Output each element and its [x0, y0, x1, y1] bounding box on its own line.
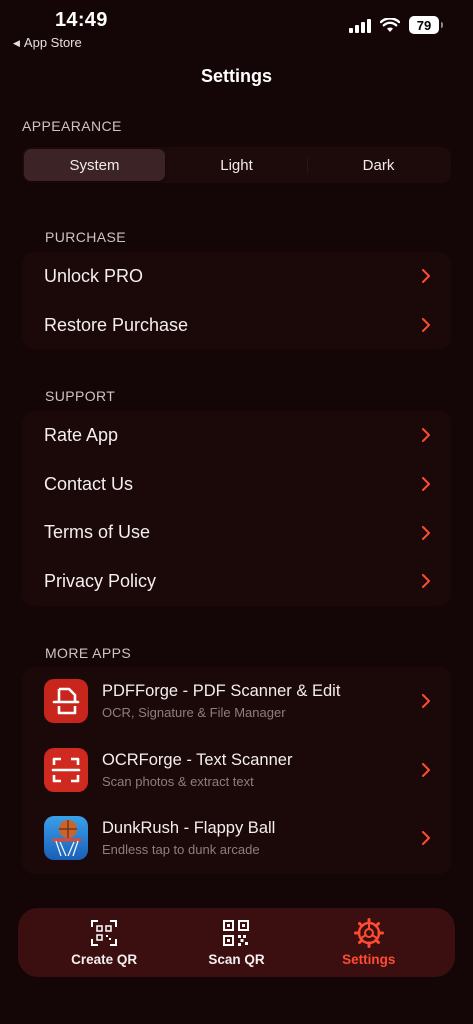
row-label: Privacy Policy [44, 570, 157, 591]
segment-light[interactable]: Light [166, 149, 307, 181]
gear-icon [353, 918, 384, 948]
segment-system[interactable]: System [24, 149, 165, 181]
app-row-ocrforge[interactable]: OCRForge - Text Scanner Scan photos & ex… [22, 736, 451, 805]
section-label-purchase: PURCHASE [45, 229, 126, 245]
row-contact-us[interactable]: Contact Us [22, 460, 451, 509]
app-name: OCRForge - Text Scanner [102, 750, 293, 769]
tab-settings[interactable]: Settings [319, 918, 419, 967]
scan-frame-icon [44, 747, 88, 792]
basketball-hoop-icon [44, 816, 88, 861]
chevron-right-icon [422, 525, 430, 540]
appearance-segmented-control: System Light Dark [22, 147, 451, 183]
app-name: DunkRush - Flappy Ball [102, 819, 276, 838]
more-apps-card: PDFForge - PDF Scanner & Edit OCR, Signa… [22, 667, 451, 874]
purchase-card: Unlock PRO Restore Purchase [22, 252, 451, 349]
cellular-signal-icon [349, 18, 371, 33]
pdf-document-icon [44, 679, 88, 724]
chevron-right-icon [422, 477, 430, 492]
row-unlock-pro[interactable]: Unlock PRO [22, 252, 451, 301]
row-rate-app[interactable]: Rate App [22, 411, 451, 460]
chevron-right-icon [422, 831, 430, 846]
qr-code-icon [221, 918, 251, 948]
page-title: Settings [200, 66, 272, 86]
back-to-app-store-link[interactable]: ◀ App Store [13, 35, 82, 50]
create-qr-icon [89, 918, 119, 948]
row-label: Unlock PRO [44, 265, 144, 286]
app-desc: Scan photos & extract text [102, 773, 254, 789]
section-label-more-apps: MORE APPS [45, 645, 132, 661]
status-indicators: 79 [349, 16, 443, 34]
status-time: 14:49 [55, 9, 108, 31]
row-label: Rate App [44, 424, 119, 445]
battery-icon: 79 [409, 16, 443, 34]
app-row-dunkrush[interactable]: DunkRush - Flappy Ball Endless tap to du… [22, 804, 451, 873]
row-label: Contact Us [44, 473, 134, 494]
chevron-right-icon [422, 428, 430, 443]
app-row-pdfforge[interactable]: PDFForge - PDF Scanner & Edit OCR, Signa… [22, 667, 451, 736]
app-desc: Endless tap to dunk arcade [102, 842, 260, 858]
chevron-right-icon [422, 694, 430, 709]
tab-bar: Create QR Scan QR Settings [18, 908, 455, 977]
row-privacy-policy[interactable]: Privacy Policy [22, 557, 451, 606]
tab-create-qr[interactable]: Create QR [54, 918, 154, 967]
tab-label: Create QR [71, 952, 138, 967]
support-card: Rate App Contact Us Terms of Use Privacy… [22, 411, 451, 606]
segment-dark[interactable]: Dark [308, 149, 449, 181]
app-desc: OCR, Signature & File Manager [102, 705, 286, 721]
battery-level: 79 [416, 17, 432, 33]
chevron-right-icon [422, 574, 430, 589]
tab-scan-qr[interactable]: Scan QR [186, 918, 286, 967]
row-terms-of-use[interactable]: Terms of Use [22, 508, 451, 557]
row-restore-purchase[interactable]: Restore Purchase [22, 301, 451, 350]
row-label: Restore Purchase [44, 314, 189, 335]
back-triangle-icon: ◀ [13, 38, 20, 48]
settings-screen: 14:49 ◀ App Store 79 Settings APPEARANCE … [0, 0, 473, 1024]
section-label-appearance: APPEARANCE [22, 118, 122, 134]
chevron-right-icon [422, 762, 430, 777]
chevron-right-icon [422, 318, 430, 333]
section-label-support: SUPPORT [45, 388, 116, 404]
chevron-right-icon [422, 269, 430, 284]
wifi-icon [380, 17, 400, 32]
row-label: Terms of Use [44, 522, 151, 543]
app-name: PDFForge - PDF Scanner & Edit [102, 682, 341, 701]
tab-label: Scan QR [208, 952, 265, 967]
back-label: App Store [23, 35, 82, 50]
tab-label: Settings [342, 952, 396, 967]
